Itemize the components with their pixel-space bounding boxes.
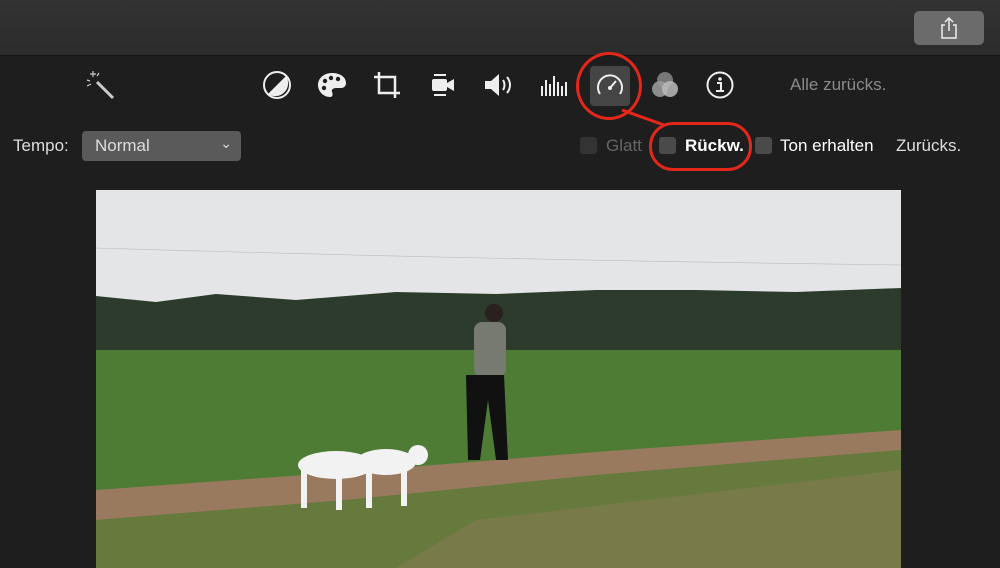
title-bar bbox=[0, 0, 1000, 56]
smooth-label: Glatt bbox=[606, 136, 642, 155]
magic-wand-icon[interactable] bbox=[82, 67, 118, 103]
highlight-ring-reverse bbox=[649, 122, 752, 171]
reset-button[interactable]: Zurücks. bbox=[896, 136, 961, 156]
color-palette-icon[interactable] bbox=[314, 67, 350, 103]
info-icon[interactable] bbox=[702, 67, 738, 103]
video-preview bbox=[96, 190, 901, 568]
preserve-audio-checkbox[interactable] bbox=[755, 137, 772, 154]
crop-icon[interactable] bbox=[369, 67, 405, 103]
tempo-label: Tempo: bbox=[13, 136, 69, 155]
preserve-audio-label: Ton erhalten bbox=[780, 136, 874, 155]
share-button[interactable] bbox=[914, 11, 984, 45]
volume-icon[interactable] bbox=[480, 67, 516, 103]
highlight-connector bbox=[621, 108, 665, 127]
equalizer-icon[interactable] bbox=[536, 67, 572, 103]
filter-circles-icon[interactable] bbox=[647, 67, 683, 103]
smooth-checkbox[interactable] bbox=[580, 137, 597, 154]
color-balance-icon[interactable] bbox=[259, 67, 295, 103]
video-frame-image bbox=[96, 190, 901, 568]
stabilization-camera-icon[interactable] bbox=[425, 67, 461, 103]
share-icon bbox=[941, 16, 957, 39]
chevron-down-icon: ⌄ bbox=[220, 135, 232, 151]
reset-all-button[interactable]: Alle zurücks. bbox=[790, 75, 886, 95]
tempo-value: Normal bbox=[95, 136, 150, 155]
tempo-select[interactable]: Normal ⌄ bbox=[82, 131, 241, 161]
